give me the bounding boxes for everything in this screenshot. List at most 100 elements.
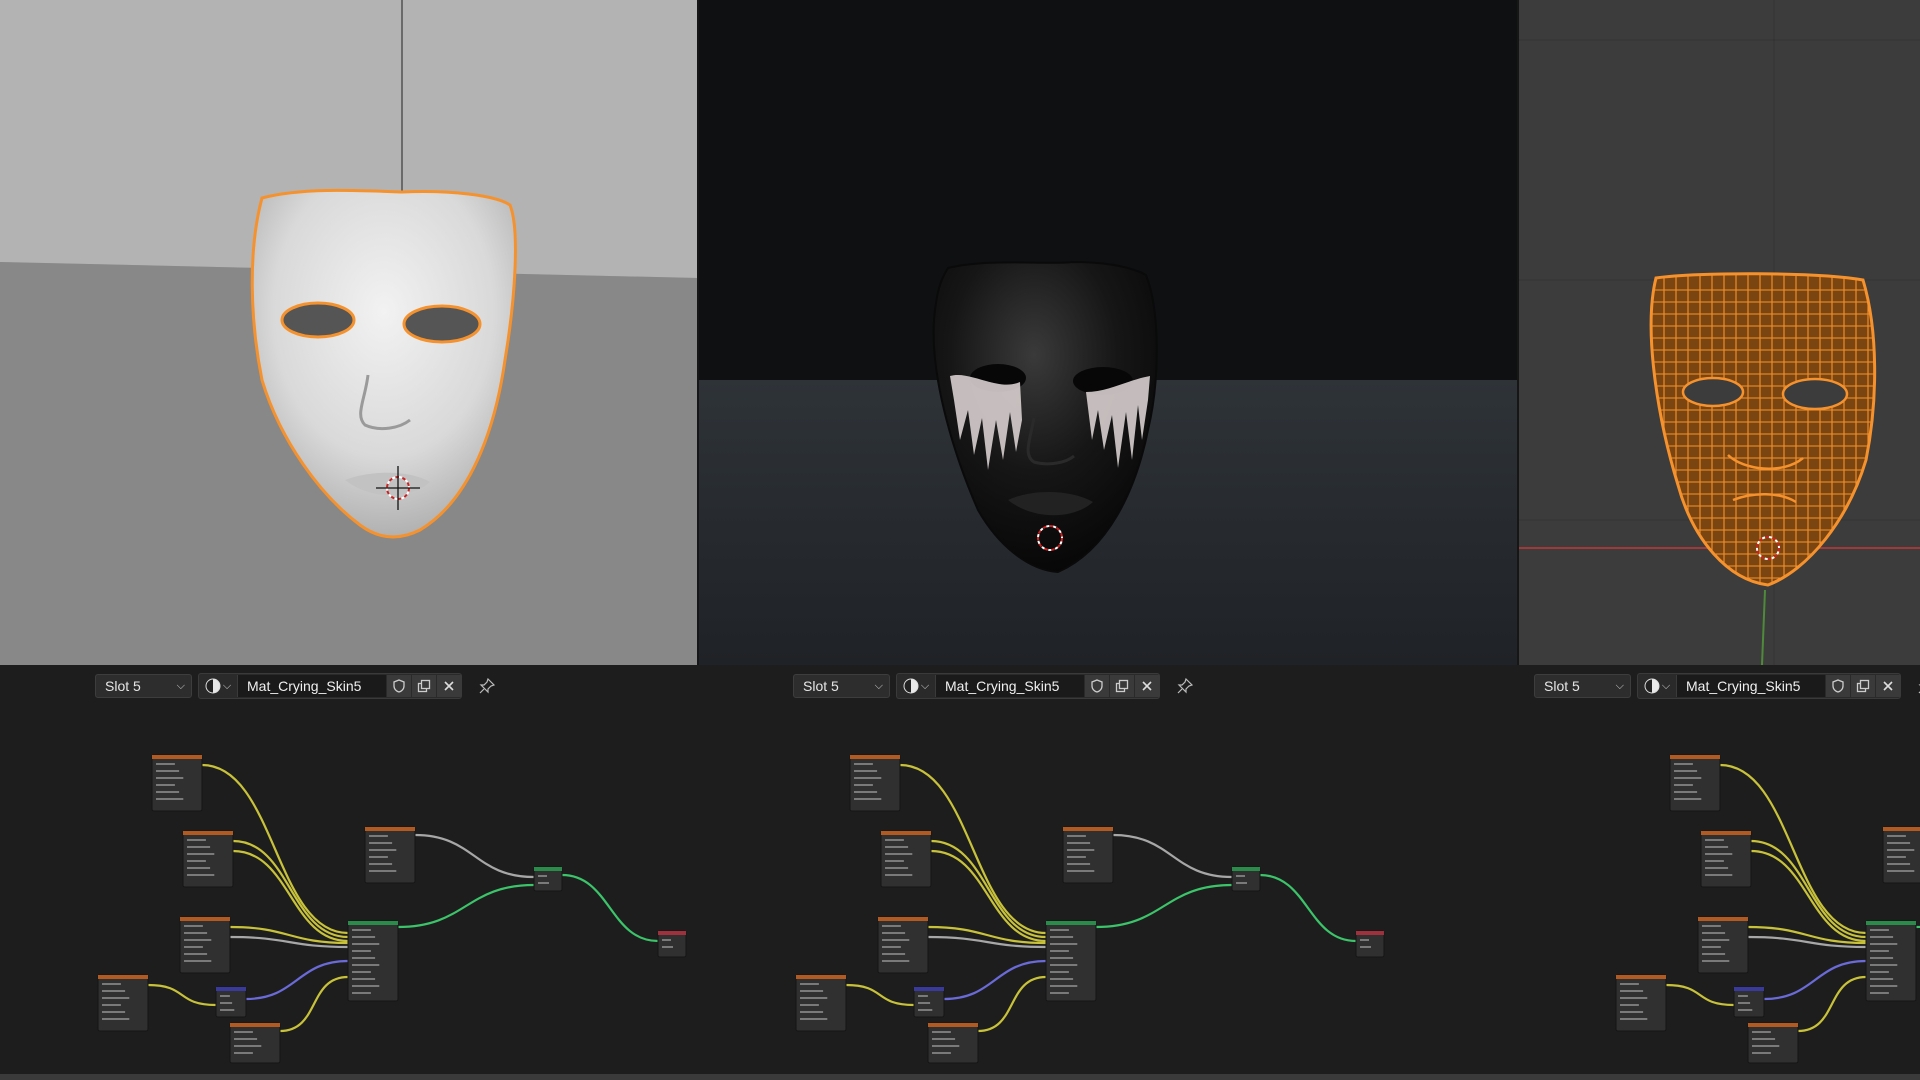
- material-browse-button[interactable]: ⌵: [1638, 675, 1677, 697]
- shader-node[interactable]: [1062, 826, 1114, 884]
- shader-node[interactable]: [849, 754, 901, 812]
- shader-node[interactable]: [215, 986, 247, 1018]
- shield-icon: [1832, 679, 1844, 693]
- node-link[interactable]: [845, 983, 915, 1007]
- editor-header: Slot 5 ⌵ ⌵ Mat_Crying_Skin5: [95, 673, 498, 699]
- shield-icon: [1091, 679, 1103, 693]
- editor-header: Slot 5 ⌵ ⌵ Mat_Crying_Skin5: [1534, 673, 1920, 699]
- chevron-down-icon: ⌵: [1661, 679, 1671, 692]
- material-name-field[interactable]: Mat_Crying_Skin5: [238, 675, 386, 697]
- duplicate-material-button[interactable]: [411, 675, 436, 697]
- shader-node[interactable]: [1733, 986, 1765, 1018]
- pin-icon: [1177, 678, 1193, 694]
- unlink-material-button[interactable]: [1134, 675, 1159, 697]
- fake-user-button[interactable]: [1825, 675, 1850, 697]
- chevron-down-icon: ⌵: [920, 679, 930, 692]
- node-graph[interactable]: [1518, 705, 1920, 1080]
- node-link[interactable]: [414, 833, 535, 879]
- material-sphere-icon: [1644, 678, 1660, 694]
- fake-user-button[interactable]: [1084, 675, 1109, 697]
- editor-header: Slot 5 ⌵ ⌵ Mat_Crying_Skin5: [793, 673, 1196, 699]
- node-link[interactable]: [561, 873, 659, 943]
- chevron-down-icon: ⌵: [176, 679, 185, 692]
- viewport-solid[interactable]: [0, 0, 698, 665]
- duplicate-icon: [1115, 679, 1129, 693]
- shader-node[interactable]: [229, 1022, 281, 1064]
- shader-node[interactable]: [97, 974, 149, 1032]
- node-link[interactable]: [147, 983, 217, 1007]
- pin-button[interactable]: [476, 675, 498, 697]
- material-browse-button[interactable]: ⌵: [199, 675, 238, 697]
- chevron-down-icon: ⌵: [1615, 679, 1624, 692]
- shader-node[interactable]: [1697, 916, 1749, 974]
- shader-editor[interactable]: Slot 5 ⌵ ⌵ Mat_Crying_Skin5: [698, 665, 1518, 1080]
- slot-dropdown[interactable]: Slot 5 ⌵: [793, 674, 890, 698]
- node-link[interactable]: [1095, 883, 1233, 929]
- close-icon: [1142, 681, 1152, 691]
- node-link[interactable]: [1915, 885, 1920, 929]
- shader-node[interactable]: [1355, 930, 1385, 958]
- unlink-material-button[interactable]: [1875, 675, 1900, 697]
- node-link[interactable]: [930, 839, 1047, 939]
- slot-label: Slot 5: [1544, 678, 1580, 694]
- slot-dropdown[interactable]: Slot 5 ⌵: [95, 674, 192, 698]
- shader-node[interactable]: [913, 986, 945, 1018]
- shader-node[interactable]: [1615, 974, 1667, 1032]
- shader-node[interactable]: [347, 920, 399, 1002]
- pin-button[interactable]: [1174, 675, 1196, 697]
- node-link[interactable]: [1665, 983, 1735, 1007]
- node-graph[interactable]: [698, 705, 1518, 1080]
- shader-node[interactable]: [533, 866, 563, 892]
- slot-label: Slot 5: [803, 678, 839, 694]
- unlink-material-button[interactable]: [436, 675, 461, 697]
- shader-node[interactable]: [657, 930, 687, 958]
- close-icon: [1883, 681, 1893, 691]
- shader-node[interactable]: [877, 916, 929, 974]
- shader-node[interactable]: [364, 826, 416, 884]
- material-browse-button[interactable]: ⌵: [897, 675, 936, 697]
- shader-node[interactable]: [1045, 920, 1097, 1002]
- material-sphere-icon: [205, 678, 221, 694]
- duplicate-material-button[interactable]: [1109, 675, 1134, 697]
- node-graph[interactable]: [0, 705, 698, 1080]
- node-link[interactable]: [1259, 873, 1357, 943]
- node-link[interactable]: [1112, 833, 1233, 879]
- shader-node[interactable]: [1882, 826, 1920, 884]
- viewport-divider[interactable]: [1517, 0, 1519, 665]
- material-selector: ⌵ Mat_Crying_Skin5: [896, 673, 1160, 699]
- shader-node[interactable]: [795, 974, 847, 1032]
- shader-editor[interactable]: Slot 5 ⌵ ⌵ Mat_Crying_Skin5: [0, 665, 698, 1080]
- pin-button[interactable]: [1915, 675, 1920, 697]
- shader-node[interactable]: [182, 830, 234, 888]
- chevron-down-icon: ⌵: [222, 679, 232, 692]
- material-name-field[interactable]: Mat_Crying_Skin5: [1677, 675, 1825, 697]
- duplicate-material-button[interactable]: [1850, 675, 1875, 697]
- shader-node[interactable]: [1700, 830, 1752, 888]
- pin-icon: [479, 678, 495, 694]
- material-selector: ⌵ Mat_Crying_Skin5: [1637, 673, 1901, 699]
- slot-dropdown[interactable]: Slot 5 ⌵: [1534, 674, 1631, 698]
- material-sphere-icon: [903, 678, 919, 694]
- material-selector: ⌵ Mat_Crying_Skin5: [198, 673, 462, 699]
- status-bar: [0, 1074, 1920, 1080]
- duplicate-icon: [1856, 679, 1870, 693]
- shader-node[interactable]: [880, 830, 932, 888]
- shader-node[interactable]: [1747, 1022, 1799, 1064]
- shader-node[interactable]: [151, 754, 203, 812]
- viewport-rendered[interactable]: [698, 0, 1518, 665]
- shader-node[interactable]: [1865, 920, 1917, 1002]
- chevron-down-icon: ⌵: [874, 679, 883, 692]
- viewport-wireframe[interactable]: [1518, 0, 1920, 665]
- slot-label: Slot 5: [105, 678, 141, 694]
- shader-editor[interactable]: Slot 5 ⌵ ⌵ Mat_Crying_Skin5: [1518, 665, 1920, 1080]
- material-name-field[interactable]: Mat_Crying_Skin5: [936, 675, 1084, 697]
- shader-node[interactable]: [927, 1022, 979, 1064]
- shader-node[interactable]: [179, 916, 231, 974]
- node-link[interactable]: [232, 839, 349, 939]
- shader-node[interactable]: [1231, 866, 1261, 892]
- shader-node[interactable]: [1669, 754, 1721, 812]
- fake-user-button[interactable]: [386, 675, 411, 697]
- node-link[interactable]: [1750, 839, 1867, 939]
- viewport-divider[interactable]: [697, 0, 699, 665]
- node-link[interactable]: [397, 883, 535, 929]
